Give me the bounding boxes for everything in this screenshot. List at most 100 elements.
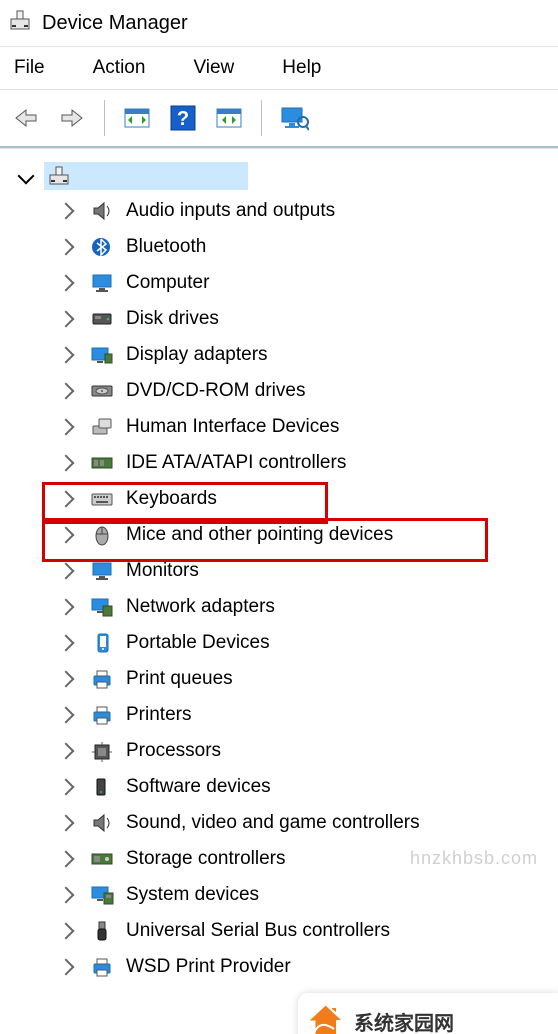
forward-button[interactable] (52, 98, 92, 138)
software-icon (88, 775, 116, 799)
tree-category-computer[interactable]: Computer (4, 265, 554, 301)
category-label: WSD Print Provider (126, 956, 291, 978)
tree-category-proc[interactable]: Processors (4, 733, 554, 769)
tree-category-printq[interactable]: Print queues (4, 661, 554, 697)
category-label: Software devices (126, 776, 271, 798)
tree-category-portable[interactable]: Portable Devices (4, 625, 554, 661)
monitor-icon (88, 271, 116, 295)
tree-category-monitors[interactable]: Monitors (4, 553, 554, 589)
tree-category-ide[interactable]: IDE ATA/ATAPI controllers (4, 445, 554, 481)
hid-icon (88, 415, 116, 439)
tree-category-usb[interactable]: Universal Serial Bus controllers (4, 913, 554, 949)
expander-icon[interactable] (58, 743, 75, 760)
root-selection[interactable] (44, 162, 248, 190)
category-label: Monitors (126, 560, 199, 582)
category-label: Network adapters (126, 596, 275, 618)
category-label: Print queues (126, 668, 233, 690)
bluetooth-icon (88, 235, 116, 259)
menu-file[interactable]: File (10, 53, 49, 83)
expander-icon[interactable] (58, 635, 75, 652)
toolbar-separator (104, 100, 105, 136)
category-label: Keyboards (126, 488, 217, 510)
app-icon (8, 8, 32, 38)
show-hide-tree-button[interactable] (117, 98, 157, 138)
keyboard-icon (88, 487, 116, 511)
tree-category-dvd[interactable]: DVD/CD-ROM drives (4, 373, 554, 409)
tree-category-audio[interactable]: Audio inputs and outputs (4, 193, 554, 229)
tree-category-bluetooth[interactable]: Bluetooth (4, 229, 554, 265)
expander-icon[interactable] (18, 168, 35, 185)
expander-icon[interactable] (58, 311, 75, 328)
tree-category-display[interactable]: Display adapters (4, 337, 554, 373)
expander-icon[interactable] (58, 671, 75, 688)
expander-icon[interactable] (58, 851, 75, 868)
expander-icon[interactable] (58, 599, 75, 616)
computer-icon (48, 165, 70, 187)
expander-icon[interactable] (58, 707, 75, 724)
expander-icon[interactable] (58, 959, 75, 976)
printer-icon (88, 955, 116, 979)
category-label: Bluetooth (126, 236, 206, 258)
expander-icon[interactable] (58, 419, 75, 436)
category-label: Universal Serial Bus controllers (126, 920, 390, 942)
tree-category-hid[interactable]: Human Interface Devices (4, 409, 554, 445)
footer-badge: 系统家园网 (298, 993, 558, 1034)
expander-icon[interactable] (58, 275, 75, 292)
category-label: Audio inputs and outputs (126, 200, 335, 222)
category-label: Mice and other pointing devices (126, 524, 393, 546)
speaker-icon (88, 811, 116, 835)
menubar: File Action View Help (0, 47, 558, 90)
cpu-icon (88, 739, 116, 763)
expander-icon[interactable] (58, 563, 75, 580)
expander-icon[interactable] (58, 923, 75, 940)
device-tree: Audio inputs and outputs Bluetooth Compute… (0, 148, 558, 1034)
expander-icon[interactable] (58, 203, 75, 220)
expander-icon[interactable] (58, 383, 75, 400)
category-label: Display adapters (126, 344, 268, 366)
category-label: System devices (126, 884, 259, 906)
menu-help[interactable]: Help (278, 53, 325, 83)
categories-list: Audio inputs and outputs Bluetooth Compute… (4, 193, 554, 985)
expander-icon[interactable] (58, 347, 75, 364)
tree-category-wsd[interactable]: WSD Print Provider (4, 949, 554, 985)
expander-icon[interactable] (58, 887, 75, 904)
expander-icon[interactable] (58, 779, 75, 796)
tree-category-network[interactable]: Network adapters (4, 589, 554, 625)
tree-root[interactable] (4, 159, 554, 193)
toolbar-separator (261, 100, 262, 136)
footer-text: 系统家园网 (354, 1007, 454, 1034)
category-label: IDE ATA/ATAPI controllers (126, 452, 346, 474)
network-adapter-icon (88, 595, 116, 619)
category-label: Portable Devices (126, 632, 270, 654)
category-label: Sound, video and game controllers (126, 812, 420, 834)
category-label: Computer (126, 272, 209, 294)
window-title: Device Manager (42, 12, 188, 35)
display-adapter-icon (88, 343, 116, 367)
expander-icon[interactable] (58, 527, 75, 544)
portable-device-icon (88, 631, 116, 655)
scan-button[interactable] (274, 98, 314, 138)
expander-icon[interactable] (58, 491, 75, 508)
tree-category-sound[interactable]: Sound, video and game controllers (4, 805, 554, 841)
tree-category-software[interactable]: Software devices (4, 769, 554, 805)
menu-action[interactable]: Action (89, 53, 150, 83)
expander-icon[interactable] (58, 815, 75, 832)
back-button[interactable] (6, 98, 46, 138)
expander-icon[interactable] (58, 239, 75, 256)
usb-icon (88, 919, 116, 943)
menu-view[interactable]: View (189, 53, 238, 83)
help-button[interactable]: ? (163, 98, 203, 138)
tree-category-keyboard[interactable]: Keyboards (4, 481, 554, 517)
tree-category-mice[interactable]: Mice and other pointing devices (4, 517, 554, 553)
tree-category-printers[interactable]: Printers (4, 697, 554, 733)
category-label: DVD/CD-ROM drives (126, 380, 305, 402)
house-icon (308, 1003, 344, 1034)
tree-category-disk[interactable]: Disk drives (4, 301, 554, 337)
category-label: Human Interface Devices (126, 416, 339, 438)
toolbar: ? (0, 90, 558, 148)
show-hide-action-button[interactable] (209, 98, 249, 138)
expander-icon[interactable] (58, 455, 75, 472)
printer-icon (88, 703, 116, 727)
tree-category-storage[interactable]: Storage controllers (4, 841, 554, 877)
tree-category-system[interactable]: System devices (4, 877, 554, 913)
